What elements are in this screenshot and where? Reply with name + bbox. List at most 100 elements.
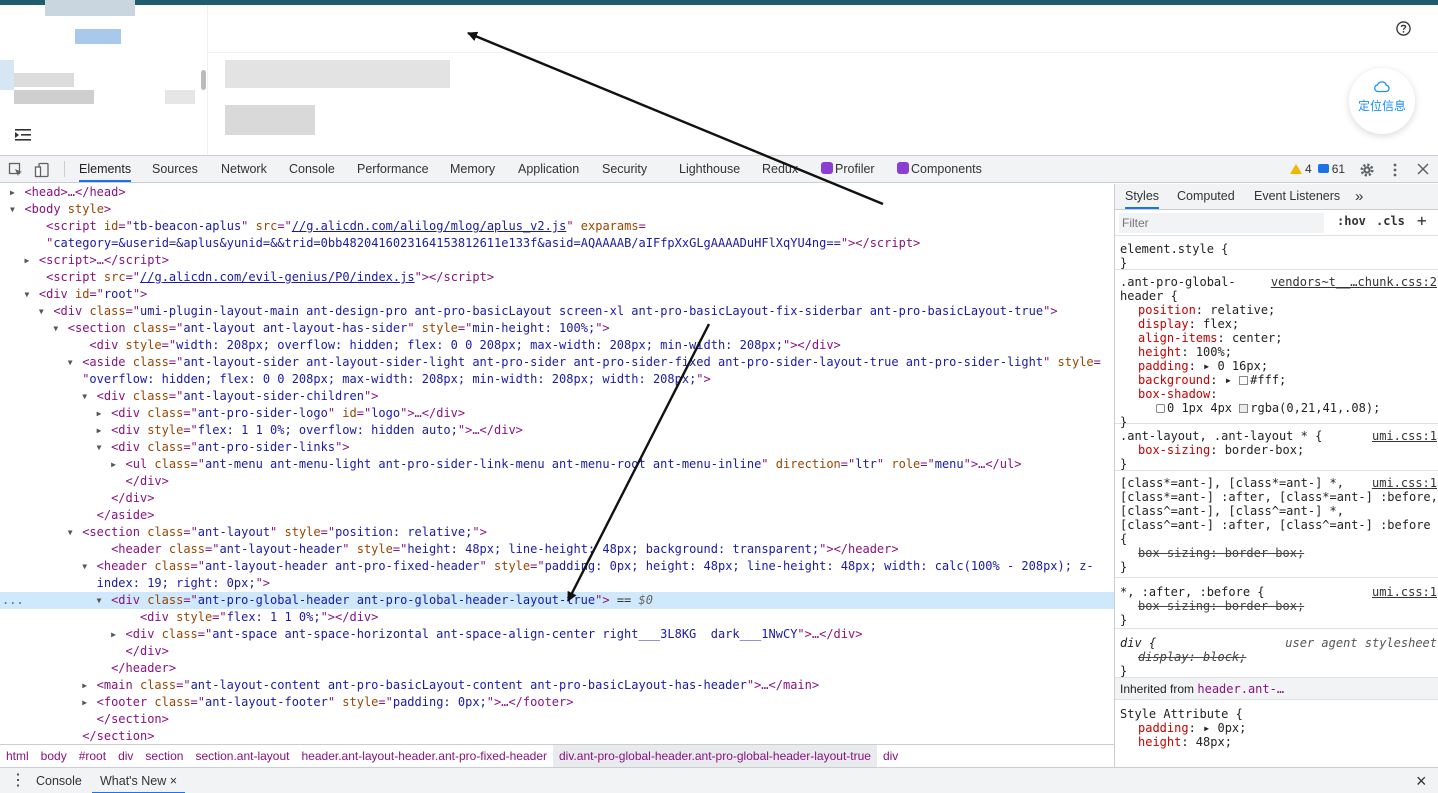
collapse-triangle-icon[interactable]: ▼ — [68, 354, 73, 371]
sider-menu-item-blurred[interactable] — [14, 73, 74, 87]
expand-triangle-icon[interactable]: ▶ — [97, 422, 102, 439]
breadcrumb-item[interactable]: #root — [73, 745, 112, 767]
dom-node[interactable]: ▶ <head>…</head> — [0, 184, 1114, 201]
tab-styles[interactable]: Styles — [1125, 184, 1160, 209]
css-rule-universal[interactable]: *, :after, :before { umi.css:1 box-sizin… — [1115, 578, 1438, 629]
question-circle-icon[interactable] — [1396, 21, 1411, 36]
locate-info-button[interactable]: 定位信息 — [1349, 68, 1415, 134]
collapse-triangle-icon[interactable]: ▼ — [97, 439, 102, 456]
css-rule-class-ant[interactable]: [class*=ant-], [class*=ant-] *, [class*=a… — [1115, 471, 1438, 578]
class-toggle[interactable]: .cls — [1376, 214, 1405, 228]
inspect-element-icon[interactable] — [8, 162, 24, 178]
breadcrumb-item[interactable]: header.ant-layout-header.ant-pro-fixed-h… — [296, 745, 554, 767]
drawer-tab-whats-new[interactable]: What's New × — [92, 768, 185, 793]
shadow-editor-icon[interactable] — [1156, 404, 1165, 413]
dom-node[interactable]: "category=&userid=&aplus&yunid=&&trid=0b… — [0, 235, 1114, 252]
css-rule-ant-layout[interactable]: .ant-layout, .ant-layout * { umi.css:1 b… — [1115, 424, 1438, 471]
style-attribute-rule[interactable]: Style Attribute { padding: ▸ 0px; height:… — [1115, 701, 1438, 767]
tab-lighthouse[interactable]: Lighthouse — [679, 156, 740, 182]
collapse-triangle-icon[interactable]: ▼ — [53, 320, 58, 337]
new-rule-button[interactable]: + — [1417, 211, 1427, 230]
dom-node[interactable]: </aside> — [0, 507, 1114, 524]
overridden-property[interactable]: box-sizing: border-box; — [1138, 546, 1304, 560]
dom-node[interactable]: </section> — [0, 728, 1114, 744]
dom-node[interactable]: <div style="width: 208px; overflow: hidd… — [0, 337, 1114, 354]
dom-node[interactable]: ▼ <aside class="ant-layout-sider ant-layo… — [0, 354, 1114, 371]
tab-application[interactable]: Application — [518, 156, 579, 182]
collapse-triangle-icon[interactable]: ▼ — [97, 592, 102, 609]
dom-node[interactable]: </section> — [0, 711, 1114, 728]
dom-node[interactable]: ▶ <footer class="ant-layout-footer" style… — [0, 694, 1114, 711]
breadcrumb-item[interactable]: div — [877, 745, 904, 767]
expand-triangle-icon[interactable]: ▶ — [111, 456, 116, 473]
dom-node[interactable]: ▶ <div class="ant-pro-sider-logo" id="log… — [0, 405, 1114, 422]
hover-state-toggle[interactable]: :hov — [1337, 214, 1366, 228]
breadcrumb-item[interactable]: section.ant-layout — [189, 745, 295, 767]
drawer-menu-icon[interactable]: ⋮ — [10, 768, 26, 793]
tab-console[interactable]: Console — [289, 156, 335, 182]
dom-node[interactable]: ▼ <body style> — [0, 201, 1114, 218]
dom-node[interactable]: </header> — [0, 660, 1114, 677]
rule-source-link[interactable]: umi.css:1 — [1372, 429, 1437, 443]
close-icon[interactable] — [1416, 162, 1430, 176]
rule-source-link[interactable]: umi.css:1 — [1372, 585, 1437, 599]
css-property[interactable]: position: relative; — [1138, 303, 1275, 317]
dom-node[interactable]: <script src="//g.alicdn.com/evil-genius/… — [0, 269, 1114, 286]
rule-source-link[interactable]: umi.css:1 — [1372, 476, 1437, 490]
dom-node[interactable]: <script id="tb-beacon-aplus" src="//g.al… — [0, 218, 1114, 235]
color-swatch[interactable] — [1239, 404, 1249, 413]
css-property[interactable]: align-items: center; — [1138, 331, 1283, 345]
expand-triangle-icon[interactable]: ▶ — [10, 184, 15, 201]
dom-node[interactable]: ▼ <header class="ant-layout-header ant-pr… — [0, 558, 1114, 575]
rule-source-link[interactable]: vendors~t__…chunk.css:2 — [1271, 275, 1437, 289]
collapse-triangle-icon[interactable]: ▼ — [82, 388, 87, 405]
styles-filter-input[interactable] — [1119, 213, 1324, 233]
dom-node[interactable]: </div> — [0, 490, 1114, 507]
dom-node[interactable]: ▼ <div class="ant-layout-sider-children"> — [0, 388, 1114, 405]
breadcrumb-item[interactable]: div.ant-pro-global-header.ant-pro-global… — [553, 745, 877, 767]
collapse-triangle-icon[interactable]: ▼ — [39, 303, 44, 320]
breadcrumb-item[interactable]: div — [112, 745, 139, 767]
sider-menu-item-blurred[interactable] — [14, 90, 94, 104]
dom-node[interactable]: <header class="ant-layout-header" style=… — [0, 541, 1114, 558]
css-rule-user-agent-div[interactable]: div { user agent stylesheet display: blo… — [1115, 629, 1438, 678]
close-tab-icon[interactable]: × — [170, 774, 177, 788]
dom-node[interactable]: ▼ <div class="ant-pro-sider-links"> — [0, 439, 1114, 456]
element-style-rule[interactable]: element.style { } — [1115, 237, 1438, 270]
more-tabs-button[interactable]: » — [1355, 184, 1363, 209]
collapse-triangle-icon[interactable]: ▼ — [24, 286, 29, 303]
tab-event-listeners[interactable]: Event Listeners — [1254, 184, 1340, 209]
sider-menu-item-blurred[interactable] — [165, 90, 195, 104]
expand-triangle-icon[interactable]: ▶ — [97, 405, 102, 422]
drawer-tab-console[interactable]: Console — [36, 768, 82, 793]
breadcrumb-item[interactable]: section — [139, 745, 189, 767]
dom-node[interactable]: </div> — [0, 473, 1114, 490]
node-actions-icon[interactable]: ... — [2, 592, 24, 609]
issues-counter[interactable]: 4 61 — [1290, 162, 1345, 176]
tab-redux[interactable]: Redux — [762, 156, 798, 182]
expand-triangle-icon[interactable]: ▶ — [82, 677, 87, 694]
css-property[interactable]: height: 100%; — [1138, 345, 1232, 359]
dom-node[interactable]: ▶ <ul class="ant-menu ant-menu-light ant-… — [0, 456, 1114, 473]
dom-node[interactable]: ▼ <div class="umi-plugin-layout-main ant-… — [0, 303, 1114, 320]
css-property[interactable]: box-shadow: — [1138, 387, 1225, 401]
collapse-triangle-icon[interactable]: ▼ — [10, 201, 15, 218]
dom-node[interactable]: </div> — [0, 643, 1114, 660]
overridden-property[interactable]: box-sizing: border-box; — [1138, 599, 1304, 613]
sider-scrollbar[interactable] — [201, 70, 206, 90]
tab-profiler[interactable]: Profiler — [821, 156, 875, 182]
dom-node[interactable]: ▼ <section class="ant-layout" style="posi… — [0, 524, 1114, 541]
dom-node[interactable]: "overflow: hidden; flex: 0 0 208px; max-… — [0, 371, 1114, 388]
collapse-triangle-icon[interactable]: ▼ — [68, 524, 73, 541]
tab-performance[interactable]: Performance — [357, 156, 429, 182]
tab-computed[interactable]: Computed — [1177, 184, 1235, 209]
device-toolbar-icon[interactable] — [34, 162, 50, 178]
collapse-triangle-icon[interactable]: ▼ — [82, 558, 87, 575]
tab-memory[interactable]: Memory — [450, 156, 495, 182]
color-swatch[interactable] — [1239, 376, 1249, 385]
css-property[interactable]: padding: ▸ 0px; — [1138, 721, 1246, 735]
tab-security[interactable]: Security — [602, 156, 647, 182]
inherited-node-link[interactable]: header.ant-… — [1197, 682, 1284, 696]
dom-node[interactable]: index: 19; right: 0px;"> — [0, 575, 1114, 592]
dom-node-selected[interactable]: ... ▼ <div class="ant-pro-global-header an… — [0, 592, 1114, 609]
